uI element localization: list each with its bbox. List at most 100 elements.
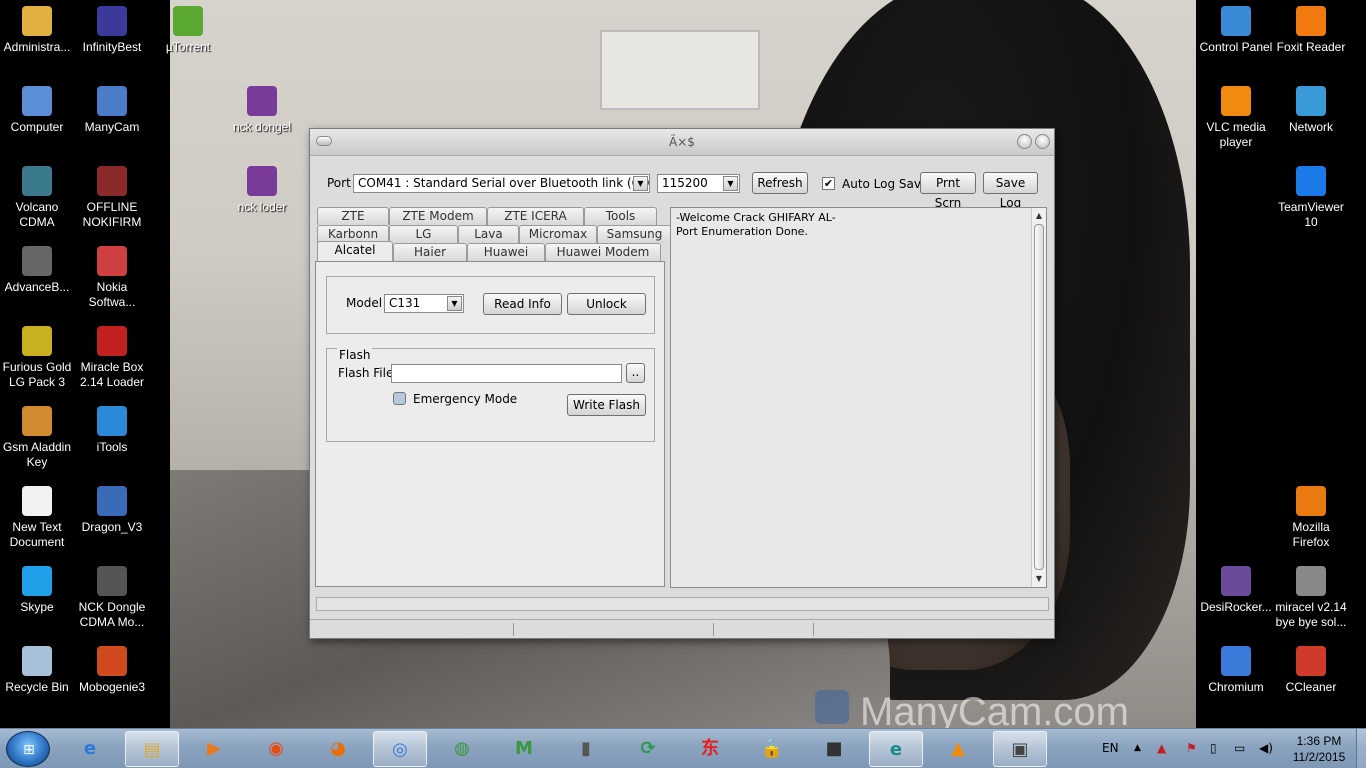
taskbar-item[interactable]: 🔒 (745, 731, 799, 767)
taskbar-item[interactable]: ◕ (311, 731, 365, 767)
scroll-down-icon[interactable]: ▼ (1032, 572, 1046, 586)
auto-log-save-checkbox[interactable]: ✔ (822, 177, 835, 190)
desktop-shortcut[interactable]: ManyCam (74, 80, 150, 158)
desktop-shortcut[interactable]: OFFLINE NOKIFIRM (74, 160, 150, 238)
desktop-shortcut[interactable]: Control Panel (1198, 0, 1274, 78)
desktop-shortcut[interactable]: nck loder (224, 160, 300, 238)
desktop-shortcut[interactable]: miracel v2.14 bye bye sol... (1273, 560, 1349, 638)
show-desktop-button[interactable] (1356, 729, 1366, 768)
desktop-shortcut[interactable]: Chromium (1198, 640, 1274, 718)
network-tool-icon[interactable]: ▲ (1157, 741, 1166, 755)
desktop-shortcut[interactable]: Skype (0, 560, 75, 638)
port-select[interactable]: COM41 : Standard Serial over Bluetooth l… (353, 174, 650, 193)
desktop-shortcut[interactable]: nck dongel (224, 80, 300, 158)
desktop-shortcut[interactable]: Dragon_V3 (74, 480, 150, 558)
unlock-tool-window[interactable]: Ã×$ Port COM41 : Standard Serial over Bl… (309, 128, 1055, 639)
taskbar-item[interactable]: ⟳ (621, 731, 675, 767)
flash-file-input[interactable] (391, 364, 622, 383)
desktop-shortcut-label: InfinityBest (82, 40, 142, 54)
desktop-shortcut[interactable]: TeamViewer 10 (1273, 160, 1349, 238)
save-log-button[interactable]: Save Log (983, 172, 1038, 210)
desktop-shortcut[interactable]: Network (1273, 80, 1349, 158)
taskbar-item[interactable]: ▤ (125, 731, 179, 767)
taskbar-item[interactable]: e (869, 731, 923, 767)
minimize-button[interactable] (1017, 134, 1032, 149)
desktop-shortcut[interactable]: Gsm Aladdin Key (0, 400, 75, 478)
taskbar-item[interactable]: ■ (807, 731, 861, 767)
chevron-down-icon[interactable]: ▼ (633, 176, 648, 191)
taskbar-item[interactable]: 东 (683, 731, 737, 767)
chevron-down-icon[interactable]: ▼ (723, 176, 738, 191)
desktop-shortcut[interactable]: InfinityBest (74, 0, 150, 78)
taskbar-item[interactable]: ◉ (249, 731, 303, 767)
taskbar-item[interactable]: ◍ (435, 731, 489, 767)
desktop-shortcut[interactable]: AdvanceB... (0, 240, 75, 318)
start-button[interactable]: ⊞ (6, 731, 50, 767)
desktop-shortcut[interactable]: Mobogenie3 (74, 640, 150, 718)
tab-lava[interactable]: Lava (458, 225, 519, 243)
desktop-shortcut[interactable]: Mozilla Firefox (1273, 480, 1349, 558)
desktop-shortcut[interactable]: Volcano CDMA (0, 160, 75, 238)
unlock-button[interactable]: Unlock (567, 293, 646, 315)
tab-huawei-modem[interactable]: Huawei Modem (545, 243, 661, 261)
taskbar-item[interactable]: ▮ (559, 731, 613, 767)
desktop-shortcut[interactable]: µTorrent (150, 0, 226, 78)
desktop-shortcut[interactable]: Foxit Reader (1273, 0, 1349, 78)
tab-zte-icera[interactable]: ZTE ICERA (487, 207, 584, 225)
chevron-down-icon[interactable]: ▼ (447, 296, 462, 311)
desktop-shortcut[interactable]: Recycle Bin (0, 640, 75, 718)
model-select[interactable]: C131 ▼ (384, 294, 464, 313)
read-info-button[interactable]: Read Info (483, 293, 562, 315)
taskbar-item[interactable]: ▲ (931, 731, 985, 767)
desktop-shortcut[interactable]: Computer (0, 80, 75, 158)
desktop-shortcut[interactable]: Miracle Box 2.14 Loader (74, 320, 150, 398)
tab-zte[interactable]: ZTE (317, 207, 389, 225)
tab-samsung[interactable]: Samsung (597, 225, 672, 243)
print-screen-button[interactable]: Prnt Scrn (920, 172, 976, 210)
desktop-shortcut-label: nck loder (237, 200, 287, 214)
desktop-shortcut[interactable]: iTools (74, 400, 150, 478)
tab-micromax[interactable]: Micromax (519, 225, 597, 243)
write-flash-button[interactable]: Write Flash (567, 394, 646, 416)
tab-huawei[interactable]: Huawei (467, 243, 545, 261)
taskbar-item[interactable]: M (497, 731, 551, 767)
desktop-shortcut-label: NCK Dongle CDMA Mo... (78, 600, 146, 629)
browse-button[interactable]: .. (626, 363, 645, 383)
language-indicator[interactable]: EN (1102, 741, 1119, 755)
taskbar-item[interactable]: ◎ (373, 731, 427, 767)
scroll-thumb[interactable] (1034, 224, 1044, 570)
tab-zte-modem[interactable]: ZTE Modem (389, 207, 487, 225)
desktop-shortcut[interactable]: VLC media player (1198, 80, 1274, 158)
refresh-button[interactable]: Refresh (752, 172, 808, 194)
taskbar-item[interactable]: ▣ (993, 731, 1047, 767)
clock-date: 11/2/2015 (1292, 750, 1346, 764)
volume-icon[interactable]: ◀) (1259, 741, 1273, 755)
baud-select[interactable]: 115200 ▼ (657, 174, 740, 193)
tab-haier[interactable]: Haier (393, 243, 467, 261)
action-center-icon[interactable]: ⚑ (1186, 741, 1197, 755)
desktop-shortcut-label: Furious Gold LG Pack 3 (2, 360, 72, 389)
log-output[interactable]: -Welcome Crack GHIFARY AL- Port Enumerat… (670, 207, 1047, 588)
tab-lg[interactable]: LG (389, 225, 458, 243)
desktop-shortcut[interactable]: Furious Gold LG Pack 3 (0, 320, 75, 398)
tab-tools[interactable]: Tools (584, 207, 657, 225)
network-status-icon[interactable]: ▭ (1234, 741, 1245, 755)
desktop-shortcut[interactable]: DesiRocker... (1198, 560, 1274, 638)
desktop-shortcut[interactable]: Nokia Softwa... (74, 240, 150, 318)
show-hidden-icons-icon[interactable]: ▲ (1134, 743, 1141, 753)
desktop-shortcut[interactable]: New Text Document (0, 480, 75, 558)
desktop-shortcut[interactable]: Administra... (0, 0, 75, 78)
title-bar[interactable]: Ã×$ (310, 129, 1054, 156)
scroll-up-icon[interactable]: ▲ (1032, 209, 1046, 223)
desktop-shortcut[interactable]: CCleaner (1273, 640, 1349, 718)
taskbar-item[interactable]: ▶ (187, 731, 241, 767)
log-scrollbar[interactable]: ▲ ▼ (1031, 208, 1046, 587)
desktop-shortcut[interactable]: NCK Dongle CDMA Mo... (74, 560, 150, 638)
taskbar-item[interactable]: e (63, 731, 117, 767)
close-button[interactable] (1035, 134, 1050, 149)
device-icon[interactable]: ▯ (1210, 741, 1217, 755)
tab-alcatel[interactable]: Alcatel (317, 241, 393, 261)
clock[interactable]: 1:36 PM 11/2/2015 (1283, 733, 1355, 765)
log-text: -Welcome Crack GHIFARY AL- Port Enumerat… (676, 211, 836, 239)
emergency-mode-checkbox[interactable] (393, 392, 406, 405)
